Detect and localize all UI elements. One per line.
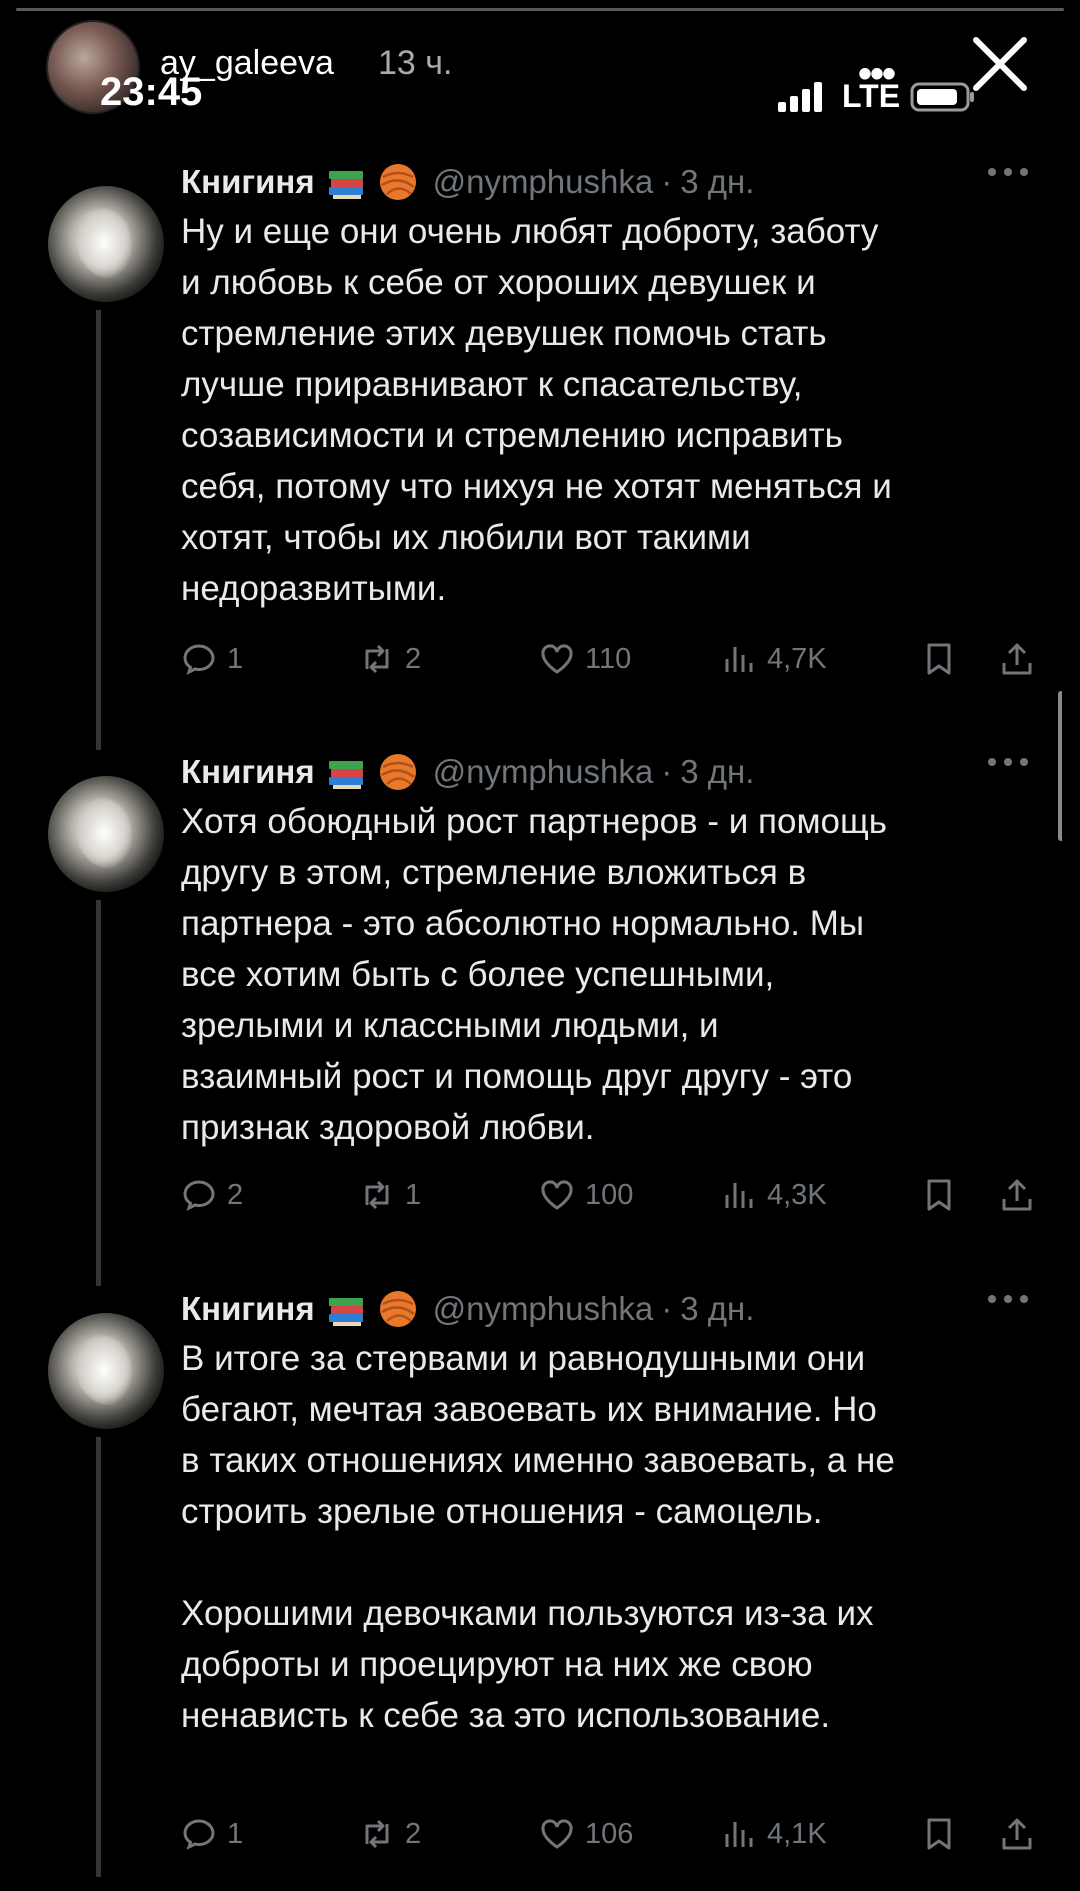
retweet-button[interactable]: 2 — [359, 636, 421, 682]
heart-icon — [541, 644, 573, 674]
retweet-icon — [365, 1180, 389, 1210]
yarn-icon — [379, 754, 416, 790]
views-button[interactable]: 4,3K — [721, 1172, 827, 1218]
story-posted-ago: 13 ч. — [378, 44, 453, 82]
tweet-thread: Книгиня @nymphushka · 3 дн. Ну и еще они… — [18, 148, 1062, 1878]
bookmark-icon — [927, 1179, 951, 1211]
bookmark-button[interactable] — [921, 1172, 957, 1218]
views-icon — [725, 1183, 753, 1208]
tweet-date[interactable]: 3 дн. — [680, 753, 754, 791]
retweet-count: 1 — [405, 1178, 422, 1211]
bookmark-icon — [927, 643, 951, 675]
more-options-icon[interactable] — [986, 756, 1030, 768]
yarn-icon — [379, 1291, 416, 1327]
like-count: 106 — [585, 1817, 634, 1850]
books-icon — [328, 171, 363, 199]
retweet-button[interactable]: 1 — [359, 1172, 421, 1218]
like-count: 100 — [585, 1178, 634, 1211]
view-count: 4,1K — [767, 1817, 827, 1850]
share-button[interactable] — [999, 1172, 1035, 1218]
like-button[interactable]: 106 — [539, 1811, 633, 1857]
retweet-count: 2 — [405, 1817, 422, 1850]
reply-icon — [183, 1819, 215, 1850]
thread-line — [96, 900, 101, 1286]
handle[interactable]: @nymphushka — [433, 753, 654, 791]
heart-icon — [541, 1819, 573, 1849]
separator-dot: · — [661, 1290, 673, 1327]
display-name[interactable]: Книгиня — [181, 1290, 315, 1328]
tweet-text: Хотя обоюдный рост партнеров - и помощь … — [181, 802, 887, 1147]
tweet-actions: 2 1 100 4,3K — [181, 1172, 1041, 1218]
story-progress-bar — [16, 8, 1064, 11]
signal-icon — [778, 81, 822, 112]
thread-line — [96, 310, 101, 750]
retweet-button[interactable]: 2 — [359, 1811, 421, 1857]
handle[interactable]: @nymphushka — [433, 1290, 654, 1328]
tweet-actions: 1 2 106 4,1K — [181, 1811, 1041, 1857]
status-bar-right: LTE — [776, 78, 976, 115]
reply-button[interactable]: 2 — [181, 1172, 243, 1218]
separator-dot: · — [661, 753, 673, 790]
retweet-icon — [365, 1819, 389, 1849]
tweet-date[interactable]: 3 дн. — [680, 163, 754, 201]
avatar[interactable] — [48, 1313, 164, 1429]
views-button[interactable]: 4,7K — [721, 636, 827, 682]
tweet-text: В итоге за стервами и равнодушными они б… — [181, 1339, 895, 1735]
share-icon — [1002, 643, 1032, 675]
tweet-header: Книгиня @nymphushka · 3 дн. — [181, 748, 754, 796]
network-label: LTE — [842, 78, 901, 114]
avatar[interactable] — [48, 776, 164, 892]
view-count: 4,3K — [767, 1178, 827, 1211]
views-icon — [725, 1822, 753, 1847]
share-button[interactable] — [999, 1811, 1035, 1857]
more-options-icon[interactable] — [986, 166, 1030, 178]
story-username[interactable]: ay_galeeva — [160, 44, 334, 83]
separator-dot: · — [661, 163, 673, 200]
reply-count: 1 — [227, 1817, 244, 1850]
view-count: 4,7K — [767, 642, 827, 675]
tweet-header: Книгиня @nymphushka · 3 дн. — [181, 158, 754, 206]
display-name[interactable]: Книгиня — [181, 163, 315, 201]
views-icon — [725, 647, 753, 672]
like-button[interactable]: 110 — [539, 636, 631, 682]
retweet-count: 2 — [405, 642, 422, 675]
reply-button[interactable]: 1 — [181, 1811, 243, 1857]
books-icon — [328, 761, 363, 789]
yarn-icon — [379, 164, 416, 200]
bookmark-button[interactable] — [921, 1811, 957, 1857]
reply-count: 2 — [227, 1178, 244, 1211]
like-count: 110 — [585, 642, 632, 675]
story-header: 23:45 ay_galeeva 13 ч. ••• LTE — [0, 0, 1080, 150]
bookmark-button[interactable] — [921, 636, 957, 682]
reply-count: 1 — [227, 642, 244, 675]
tweet-date[interactable]: 3 дн. — [680, 1290, 754, 1328]
reply-icon — [183, 1180, 215, 1211]
thread-line — [96, 1437, 101, 1877]
close-icon[interactable] — [968, 32, 1032, 96]
battery-icon — [910, 82, 975, 111]
like-button[interactable]: 100 — [539, 1172, 633, 1218]
retweet-icon — [365, 644, 389, 674]
bookmark-icon — [927, 1818, 951, 1850]
tweet-text: Ну и еще они очень любят доброту, заботу… — [181, 212, 892, 608]
share-icon — [1002, 1179, 1032, 1211]
heart-icon — [541, 1180, 573, 1210]
books-icon — [328, 1298, 363, 1326]
more-options-icon[interactable] — [986, 1293, 1030, 1305]
share-button[interactable] — [999, 636, 1035, 682]
scrollbar[interactable] — [1058, 691, 1062, 841]
avatar[interactable] — [48, 186, 164, 302]
display-name[interactable]: Книгиня — [181, 753, 315, 791]
tweet-actions: 1 2 110 4,7K — [181, 636, 1041, 682]
reply-button[interactable]: 1 — [181, 636, 243, 682]
tweet-header: Книгиня @nymphushka · 3 дн. — [181, 1285, 754, 1333]
share-icon — [1002, 1818, 1032, 1850]
reply-icon — [183, 644, 215, 675]
views-button[interactable]: 4,1K — [721, 1811, 827, 1857]
handle[interactable]: @nymphushka — [433, 163, 654, 201]
